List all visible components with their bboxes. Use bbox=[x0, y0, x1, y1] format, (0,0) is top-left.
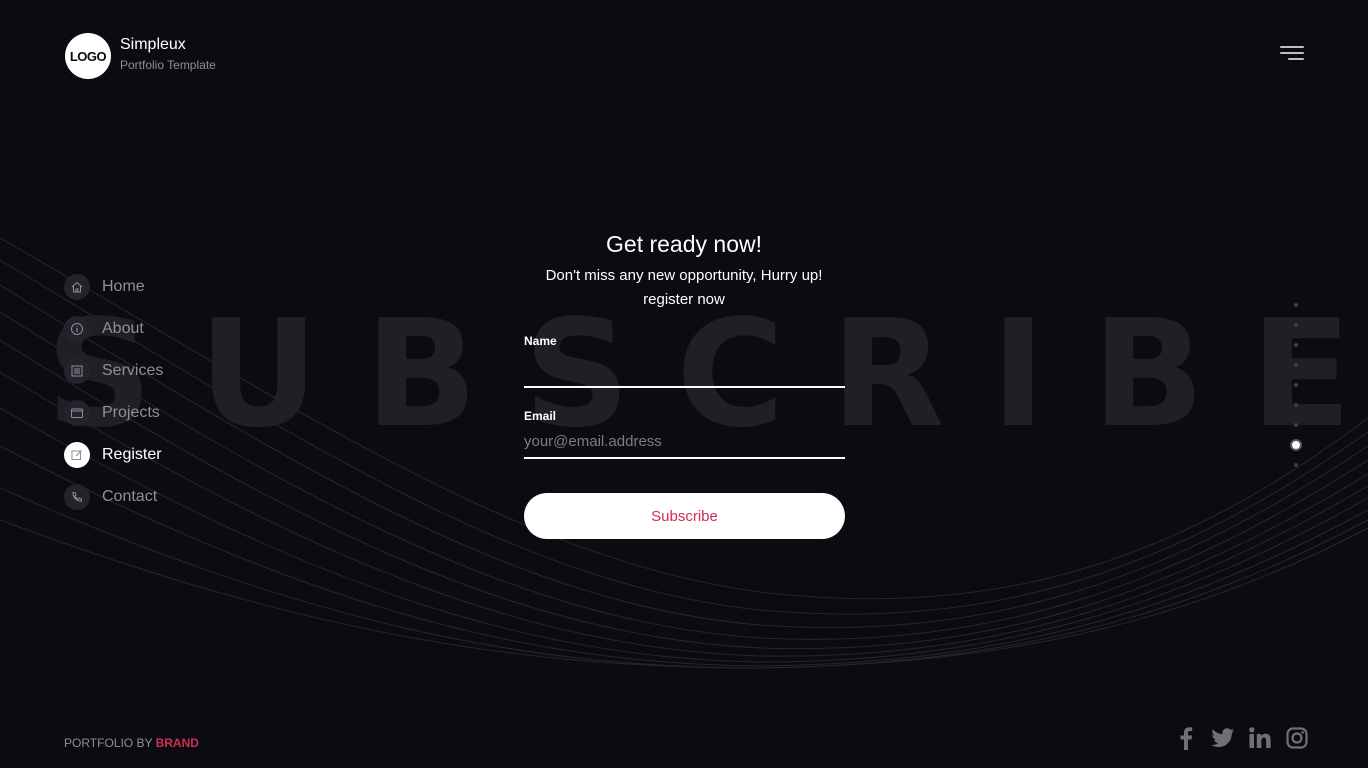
sidebar-item-label: Home bbox=[102, 278, 145, 295]
instagram-icon[interactable] bbox=[1283, 724, 1311, 752]
subscribe-button[interactable]: Subscribe bbox=[524, 493, 845, 539]
footer-credit: PORTFOLIO BY BRAND bbox=[64, 736, 199, 750]
brand-subtitle: Portfolio Template bbox=[120, 58, 216, 72]
section-dot[interactable] bbox=[1294, 383, 1298, 387]
facebook-icon[interactable] bbox=[1172, 724, 1200, 752]
info-icon bbox=[64, 316, 90, 342]
page: SUBSCRIBE LOGO Simpleux Portfolio Templa… bbox=[0, 0, 1368, 768]
menu-toggle-button[interactable] bbox=[1280, 46, 1304, 62]
sidebar-item-about[interactable]: About bbox=[64, 308, 163, 350]
twitter-icon[interactable] bbox=[1209, 724, 1237, 752]
brand-name: Simpleux bbox=[120, 36, 186, 53]
section-dot[interactable] bbox=[1294, 403, 1298, 407]
section-dot[interactable] bbox=[1294, 343, 1298, 347]
brand-text: Simpleux Portfolio Template bbox=[120, 34, 216, 74]
section-dot[interactable] bbox=[1294, 303, 1298, 307]
sidebar-item-contact[interactable]: Contact bbox=[64, 476, 163, 518]
menu-line bbox=[1288, 58, 1304, 60]
sidebar-item-projects[interactable]: Projects bbox=[64, 392, 163, 434]
menu-line bbox=[1280, 52, 1304, 54]
sidebar-item-services[interactable]: Services bbox=[64, 350, 163, 392]
sidebar-item-home[interactable]: Home bbox=[64, 266, 163, 308]
sidebar-item-label: About bbox=[102, 320, 144, 337]
sidebar-nav: Home About Services Projects Register Co… bbox=[64, 266, 163, 518]
form-subtitle-line: register now bbox=[643, 291, 725, 308]
name-field-group: Name bbox=[524, 334, 845, 388]
section-dot[interactable] bbox=[1294, 463, 1298, 467]
sidebar-item-label: Services bbox=[102, 362, 164, 379]
social-links bbox=[1172, 724, 1311, 752]
edit-icon bbox=[64, 442, 90, 468]
name-label: Name bbox=[524, 334, 557, 348]
name-input[interactable] bbox=[524, 350, 845, 388]
brand[interactable]: LOGO Simpleux Portfolio Template bbox=[65, 33, 216, 79]
linkedin-icon[interactable] bbox=[1246, 724, 1274, 752]
sidebar-item-label: Register bbox=[102, 446, 162, 463]
home-icon bbox=[64, 274, 90, 300]
sidebar-item-register[interactable]: Register bbox=[64, 434, 163, 476]
folder-icon bbox=[64, 400, 90, 426]
menu-line bbox=[1280, 46, 1304, 48]
email-label: Email bbox=[524, 409, 557, 423]
credit-prefix: PORTFOLIO BY bbox=[64, 736, 156, 750]
section-dot[interactable] bbox=[1294, 323, 1298, 327]
section-dot[interactable] bbox=[1294, 363, 1298, 367]
email-input[interactable] bbox=[524, 425, 845, 459]
subscribe-form: Get ready now! Don't miss any new opport… bbox=[484, 228, 884, 539]
email-field-group: Email bbox=[524, 409, 845, 459]
section-dot[interactable] bbox=[1294, 423, 1298, 427]
list-icon bbox=[64, 358, 90, 384]
section-dot-active[interactable] bbox=[1290, 439, 1302, 451]
sidebar-item-label: Projects bbox=[102, 404, 160, 421]
credit-brand-link[interactable]: BRAND bbox=[156, 736, 199, 750]
phone-icon bbox=[64, 484, 90, 510]
sidebar-item-label: Contact bbox=[102, 488, 158, 505]
form-subtitle: Don't miss any new opportunity, Hurry up… bbox=[484, 264, 884, 312]
form-title: Get ready now! bbox=[606, 231, 762, 257]
logo[interactable]: LOGO bbox=[65, 33, 111, 79]
form-subtitle-line: Don't miss any new opportunity, Hurry up… bbox=[545, 267, 823, 284]
